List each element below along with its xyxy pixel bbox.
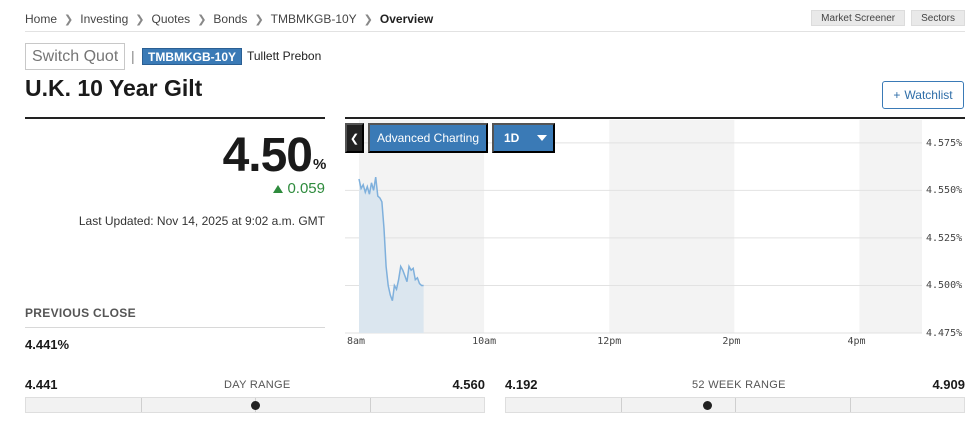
week52-range-high: 4.909 <box>932 377 965 392</box>
day-range-marker <box>251 401 260 410</box>
chart-band <box>859 120 922 333</box>
caret-down-icon <box>537 135 548 141</box>
y-tick-label: 4.475% <box>926 328 963 339</box>
day-range-high: 4.560 <box>452 377 485 392</box>
day-range-label: DAY RANGE <box>224 379 291 391</box>
range-selector[interactable]: 1D <box>492 123 555 153</box>
y-tick-label: 4.525% <box>926 232 963 244</box>
x-tick-label: 10am <box>472 336 497 347</box>
advanced-charting-button[interactable]: Advanced Charting <box>368 123 488 153</box>
chevron-left-icon: ❮ <box>349 132 360 145</box>
chart-band <box>609 120 735 333</box>
week52-range-low: 4.192 <box>505 377 538 392</box>
price-chart[interactable] <box>0 0 980 445</box>
x-tick-label: 12pm <box>597 336 622 347</box>
range-selector-label: 1D <box>504 131 520 145</box>
collapse-button[interactable]: ❮ <box>345 123 364 153</box>
week52-range-marker <box>703 401 713 410</box>
day-range-low: 4.441 <box>25 377 58 392</box>
x-tick-label: 4pm <box>847 336 866 347</box>
week52-range-bar <box>505 397 965 413</box>
week52-range-label: 52 WEEK RANGE <box>692 379 786 391</box>
x-tick-label: 2pm <box>722 336 741 347</box>
y-tick-label: 4.550% <box>926 185 963 197</box>
day-range-bar <box>25 397 485 413</box>
x-tick-label: 8am <box>347 336 366 347</box>
y-tick-label: 4.575% <box>926 137 963 149</box>
y-tick-label: 4.500% <box>926 280 963 292</box>
